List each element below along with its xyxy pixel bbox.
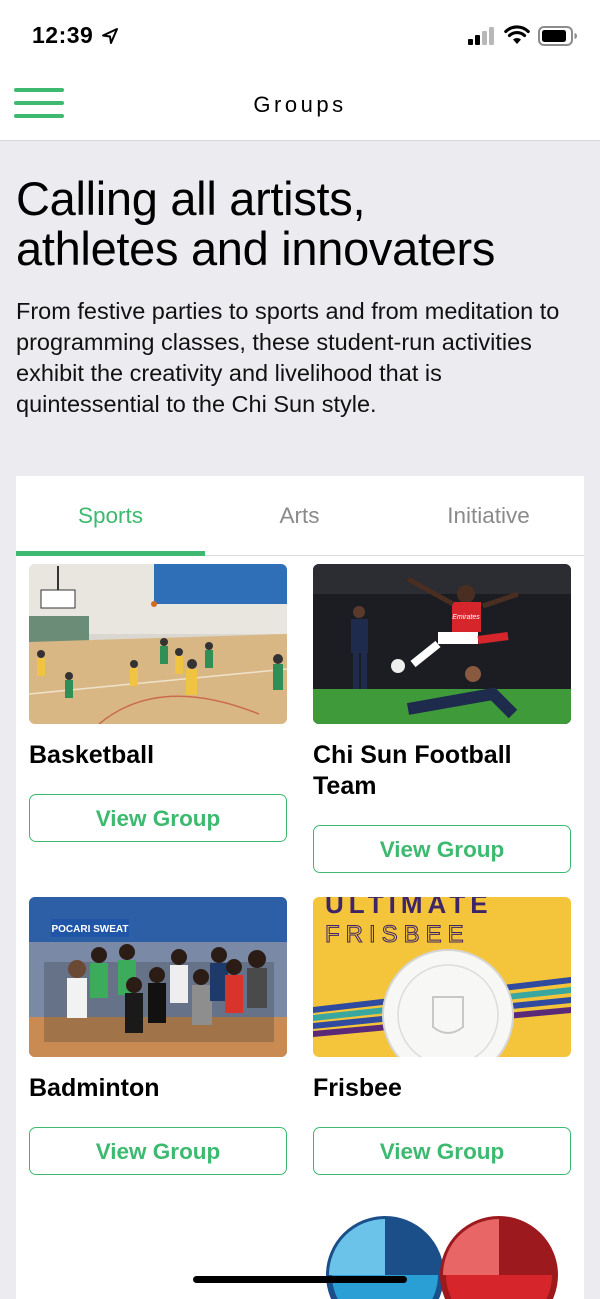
group-card-badminton: POCARI SWEAT Badminton View Group bbox=[29, 897, 287, 1175]
frisbee-poster[interactable]: ULTIMATE FRISBEE bbox=[313, 897, 571, 1057]
home-indicator bbox=[193, 1276, 407, 1283]
battery-icon bbox=[538, 26, 577, 46]
sponsor-banner-text: POCARI SWEAT bbox=[51, 924, 128, 935]
active-tab-indicator bbox=[16, 551, 205, 556]
hero-title: Calling all artists, athletes and innova… bbox=[16, 174, 586, 274]
group-card-table-tennis bbox=[313, 1200, 571, 1299]
tab-arts[interactable]: Arts bbox=[205, 476, 394, 556]
group-title: Basketball bbox=[29, 741, 155, 769]
cellular-signal-icon bbox=[468, 27, 494, 45]
hero-section: Calling all artists, athletes and innova… bbox=[16, 174, 586, 420]
group-card-basketball: Basketball View Group bbox=[29, 564, 287, 842]
group-card-football: Emirates Chi Sun Football Team View Grou… bbox=[313, 564, 571, 873]
basketball-photo[interactable] bbox=[29, 564, 287, 724]
status-bar: 12:39 bbox=[0, 0, 600, 70]
wifi-icon bbox=[504, 25, 530, 44]
football-photo[interactable]: Emirates bbox=[313, 564, 571, 724]
group-title: Chi Sun Football Team bbox=[313, 741, 512, 800]
category-tabs: Sports Arts Initiative bbox=[16, 476, 584, 556]
navigation-bar: Groups bbox=[0, 70, 600, 141]
tab-initiative[interactable]: Initiative bbox=[394, 476, 583, 556]
status-time: 12:39 bbox=[32, 22, 94, 48]
view-group-button[interactable]: View Group bbox=[29, 794, 287, 842]
view-group-button[interactable]: View Group bbox=[29, 1127, 287, 1175]
badminton-photo[interactable]: POCARI SWEAT bbox=[29, 897, 287, 1057]
view-group-button[interactable]: View Group bbox=[313, 1127, 571, 1175]
group-title: Badminton bbox=[29, 1074, 160, 1102]
table-tennis-logo[interactable] bbox=[313, 1200, 571, 1299]
poster-title-line-1: ULTIMATE bbox=[325, 897, 493, 919]
group-title: Frisbee bbox=[313, 1074, 402, 1102]
hero-description: From festive parties to sports and from … bbox=[16, 298, 560, 417]
hero-title-line-1: Calling all artists, bbox=[16, 172, 366, 225]
page-title: Groups bbox=[253, 92, 347, 117]
location-arrow-icon bbox=[102, 28, 118, 44]
hero-title-line-2: athletes and innovaters bbox=[16, 222, 496, 275]
groups-panel: Sports Arts Initiative Basketball View G… bbox=[16, 476, 584, 1299]
tab-sports[interactable]: Sports bbox=[16, 476, 205, 556]
view-group-button[interactable]: View Group bbox=[313, 825, 571, 873]
group-card-frisbee: ULTIMATE FRISBEE Frisbee View Group bbox=[313, 897, 571, 1175]
poster-title-line-2: FRISBEE bbox=[325, 921, 470, 948]
jersey-sponsor-text: Emirates bbox=[452, 614, 480, 621]
